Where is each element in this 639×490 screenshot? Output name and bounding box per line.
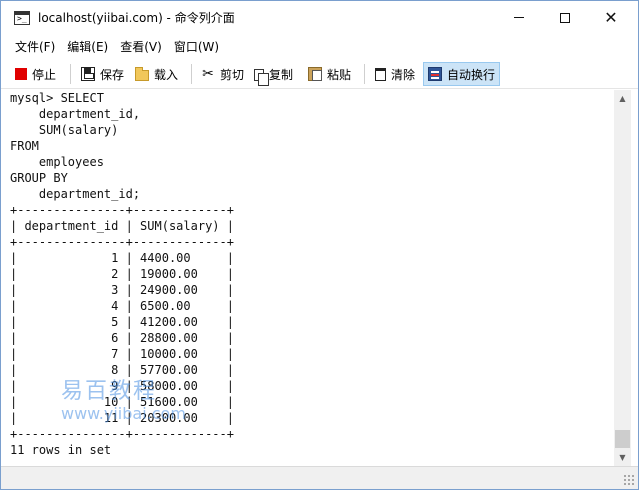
toolbar-divider (364, 64, 365, 84)
load-button[interactable]: 载入 (131, 62, 182, 86)
console-line: SUM(salary) (10, 123, 119, 137)
stop-label: 停止 (32, 67, 57, 82)
console-line: FROM (10, 139, 39, 153)
scroll-thumb[interactable] (615, 430, 630, 448)
clear-label: 清除 (391, 67, 416, 82)
word-wrap-icon (428, 67, 442, 81)
console-line: | department_id | SUM(salary) | (10, 219, 234, 233)
menu-bar: 文件(F) 编辑(E) 查看(V) 窗口(W) (1, 36, 638, 58)
console-line: | 7 | 10000.00 | (10, 347, 234, 361)
paste-label: 粘贴 (327, 67, 352, 82)
status-bar (1, 466, 638, 489)
scroll-up-arrow-icon[interactable]: ▲ (614, 90, 631, 107)
console-line: | 5 | 41200.00 | (10, 315, 234, 329)
folder-icon (135, 66, 149, 81)
console-line: 11 rows in set (10, 443, 112, 457)
menu-edit[interactable]: 编辑(E) (61, 37, 114, 57)
console-window: localhost(yiibai.com) - 命令列介面 ✕ 文件(F) 编辑… (0, 0, 639, 490)
toolbar-divider (191, 64, 192, 84)
scroll-down-arrow-icon[interactable]: ▼ (614, 449, 631, 466)
console-line: | 10 | 51600.00 | (10, 395, 234, 409)
console-line: | 4 | 6500.00 | (10, 299, 234, 313)
stop-button[interactable]: 停止 (11, 62, 60, 86)
console-line: department_id; (10, 187, 141, 201)
word-wrap-toggle[interactable]: 自动换行 (423, 62, 501, 86)
menu-file[interactable]: 文件(F) (9, 37, 61, 57)
title-bar[interactable]: localhost(yiibai.com) - 命令列介面 ✕ (1, 1, 638, 35)
stop-icon (15, 68, 27, 80)
console-line: | 8 | 57700.00 | (10, 363, 234, 377)
console-line: | 1 | 4400.00 | (10, 251, 234, 265)
console-line: | 3 | 24900.00 | (10, 283, 234, 297)
paste-button[interactable]: 粘贴 (304, 62, 355, 86)
paste-icon (308, 67, 322, 81)
copy-button[interactable]: 复制 (250, 62, 297, 86)
terminal-icon (14, 11, 30, 25)
minimize-button[interactable] (496, 1, 542, 34)
console-line: mysql> SELECT (10, 91, 104, 105)
window-title: localhost(yiibai.com) - 命令列介面 (38, 11, 235, 25)
minimize-icon (514, 17, 524, 18)
console-line: +---------------+-------------+ (10, 203, 234, 217)
trash-icon (375, 67, 386, 81)
copy-label: 复制 (269, 67, 294, 82)
vertical-scrollbar[interactable]: ▲ ▼ (614, 90, 631, 466)
copy-icon (254, 69, 269, 86)
maximize-button[interactable] (542, 1, 588, 34)
console-line: | 11 | 20300.00 | (10, 411, 234, 425)
console-line: | 9 | 58000.00 | (10, 379, 234, 393)
save-label: 保存 (100, 67, 125, 82)
console-line: +---------------+-------------+ (10, 235, 234, 249)
load-label: 载入 (154, 67, 179, 82)
menu-view[interactable]: 查看(V) (114, 37, 168, 57)
maximize-icon (560, 12, 570, 23)
save-icon (81, 67, 95, 81)
scissors-icon: ✂ (202, 66, 214, 82)
save-button[interactable]: 保存 (77, 62, 128, 86)
cut-label: 剪切 (220, 67, 245, 82)
console-line: | 2 | 19000.00 | (10, 267, 234, 281)
close-button[interactable]: ✕ (588, 1, 634, 34)
console-line: department_id, (10, 107, 141, 121)
console-line: | 6 | 28800.00 | (10, 331, 234, 345)
cut-button[interactable]: ✂ 剪切 (197, 62, 248, 86)
console-line: employees (10, 155, 104, 169)
console-output[interactable]: mysql> SELECT department_id, SUM(salary)… (2, 90, 614, 466)
close-icon: ✕ (604, 7, 618, 27)
console-line: GROUP BY (10, 171, 68, 185)
resize-grip-icon[interactable] (623, 474, 635, 486)
menu-window[interactable]: 窗口(W) (168, 37, 225, 57)
toolbar: 停止 保存 载入 ✂ 剪切 复制 粘贴 清除 自动换行 (1, 59, 638, 89)
toolbar-divider (70, 64, 71, 84)
word-wrap-label: 自动换行 (447, 67, 496, 82)
console-line: +---------------+-------------+ (10, 427, 234, 441)
clear-button[interactable]: 清除 (371, 62, 419, 86)
